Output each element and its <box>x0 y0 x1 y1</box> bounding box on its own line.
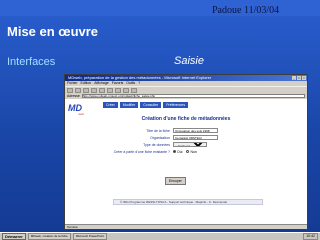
browser-window: MDweb, préparation de la gestion des mét… <box>64 74 308 230</box>
page-content: MD web Créer Modifier Consulter Préféren… <box>65 99 307 217</box>
app-nav: Créer Modifier Consulter Préférences <box>103 102 189 108</box>
form-row-organisation: Organisation <box>105 134 255 141</box>
form-row-copy: Créer à partir d'une fiche existante ? O… <box>105 148 255 155</box>
date-stamp: Padoue 11/03/04 <box>212 5 280 16</box>
refresh-button[interactable] <box>91 87 97 93</box>
nav-tab-creer[interactable]: Créer <box>103 102 118 108</box>
window-controls: _ □ × <box>292 76 306 80</box>
status-bar: Terminé <box>65 224 307 229</box>
address-label: Adresse <box>67 94 80 98</box>
history-button[interactable] <box>123 87 129 93</box>
radio-yes-dot <box>173 150 176 153</box>
taskbar: Démarrer MDweb, création de la fiche Mic… <box>0 232 320 240</box>
radio-no[interactable]: Non <box>186 149 197 154</box>
forward-button[interactable] <box>75 87 81 93</box>
taskbar-item-powerpoint[interactable]: Microsoft PowerPoint <box>72 233 108 240</box>
menu-item-fichier[interactable]: Fichier <box>67 81 78 86</box>
radio-no-dot <box>186 150 190 153</box>
form-row-type: Type de données Carte numérique <box>105 141 255 148</box>
form-title: Création d'une fiche de métadonnées <box>141 116 231 122</box>
field-label-organisation: Organisation <box>150 135 170 140</box>
title-input[interactable] <box>173 128 218 133</box>
organisation-input[interactable] <box>173 135 218 140</box>
field-label-type: Type de données <box>143 142 170 147</box>
menu-item-favoris[interactable]: Favoris <box>112 81 123 86</box>
taskbar-clock: 10:42 <box>303 233 318 240</box>
nav-tab-consulter[interactable]: Consulter <box>140 102 162 108</box>
radio-yes-label: Oui <box>177 149 183 154</box>
back-button[interactable] <box>67 87 73 93</box>
menu-item-outils[interactable]: Outils <box>126 81 135 86</box>
submit-button[interactable]: Envoyer <box>165 177 186 185</box>
section-label: Saisie <box>174 55 204 67</box>
menu-item-affichage[interactable]: Affichage <box>94 81 109 86</box>
field-label-title: Titre de la fiche <box>146 128 170 133</box>
window-title: MDweb, préparation de la gestion des mét… <box>68 75 212 80</box>
favorites-button[interactable] <box>115 87 121 93</box>
slide-subtitle: Interfaces <box>7 56 56 68</box>
search-button[interactable] <box>107 87 113 93</box>
copy-label: Créer à partir d'une fiche existante ? <box>113 149 170 154</box>
slide-background: Padoue 11/03/04 Mise en œuvre Interfaces… <box>0 0 320 240</box>
menu-item-edition[interactable]: Edition <box>81 81 92 86</box>
window-titlebar: MDweb, préparation de la gestion des mét… <box>65 75 307 81</box>
radio-no-label: Non <box>190 149 197 154</box>
menu-item-help[interactable]: ? <box>138 81 140 86</box>
maximize-button[interactable]: □ <box>297 76 301 80</box>
metadata-form: Titre de la fiche Organisation Type de d… <box>105 127 255 155</box>
page-footer: © IMG Programme RESSI-TOSCA - Support te… <box>113 199 263 205</box>
nav-tab-modifier[interactable]: Modifier <box>119 102 139 108</box>
nav-tab-preferences[interactable]: Préférences <box>163 102 189 108</box>
type-select[interactable]: Carte numérique <box>173 142 207 147</box>
close-button[interactable]: × <box>302 76 306 80</box>
home-button[interactable] <box>99 87 105 93</box>
form-row-title: Titre de la fiche <box>105 127 255 134</box>
taskbar-item-browser[interactable]: MDweb, création de la fiche <box>27 233 71 240</box>
browser-toolbar <box>65 86 307 93</box>
address-input[interactable]: http://www.mdweb-project.org/mdweb/fiche… <box>81 94 305 98</box>
radio-yes[interactable]: Oui <box>173 150 182 154</box>
slide-title: Mise en œuvre <box>7 24 99 39</box>
print-button[interactable] <box>131 87 137 93</box>
minimize-button[interactable]: _ <box>292 76 296 80</box>
start-button[interactable]: Démarrer <box>2 233 26 240</box>
stop-button[interactable] <box>83 87 89 93</box>
